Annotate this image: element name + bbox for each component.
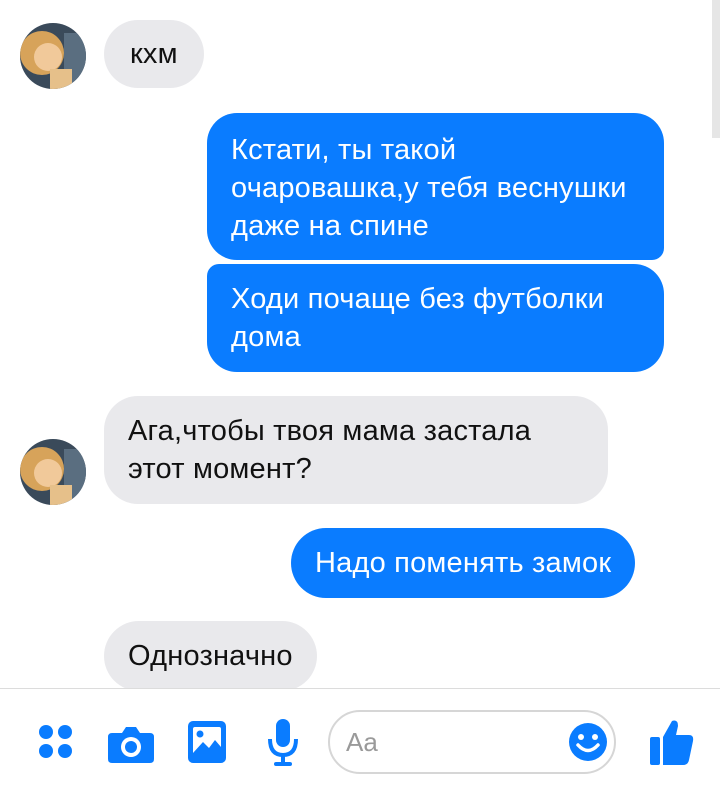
message-input-placeholder: Aa (346, 727, 378, 757)
message-text: Ага,чтобы твоя мама застала этот момент? (128, 415, 532, 485)
message-bubble-outgoing[interactable]: Ходи почаще без футболки дома (207, 264, 664, 372)
gallery-icon[interactable] (188, 721, 226, 763)
emoji-icon[interactable] (568, 722, 608, 762)
message-bubble-incoming[interactable]: Ага,чтобы твоя мама застала этот момент? (104, 396, 608, 504)
more-icon[interactable] (38, 724, 74, 760)
microphone-icon[interactable] (267, 719, 299, 767)
thumbs-up-icon[interactable] (650, 719, 694, 765)
message-bubble-outgoing[interactable]: Надо поменять замок (291, 528, 636, 598)
message-text: Кстати, ты такой очаровашка,у тебя весну… (231, 134, 627, 242)
contact-avatar[interactable] (20, 439, 86, 505)
message-text: Надо поменять замок (315, 547, 612, 579)
scrollbar[interactable] (712, 0, 720, 138)
message-bubble-incoming[interactable]: Однозначно (104, 621, 317, 690)
message-bubble-incoming[interactable]: кхм (104, 20, 204, 88)
contact-avatar[interactable] (20, 23, 86, 89)
message-thread: кхм Кстати, ты такой очаровашка,у тебя в… (0, 0, 720, 690)
camera-icon[interactable] (108, 725, 154, 763)
message-text: Однозначно (128, 640, 293, 672)
message-text: кхм (130, 38, 178, 70)
message-bubble-outgoing[interactable]: Кстати, ты такой очаровашка,у тебя весну… (207, 113, 664, 260)
message-input[interactable]: Aa (328, 710, 616, 774)
message-composer: Aa (0, 688, 720, 785)
message-text: Ходи почаще без футболки дома (231, 283, 604, 353)
